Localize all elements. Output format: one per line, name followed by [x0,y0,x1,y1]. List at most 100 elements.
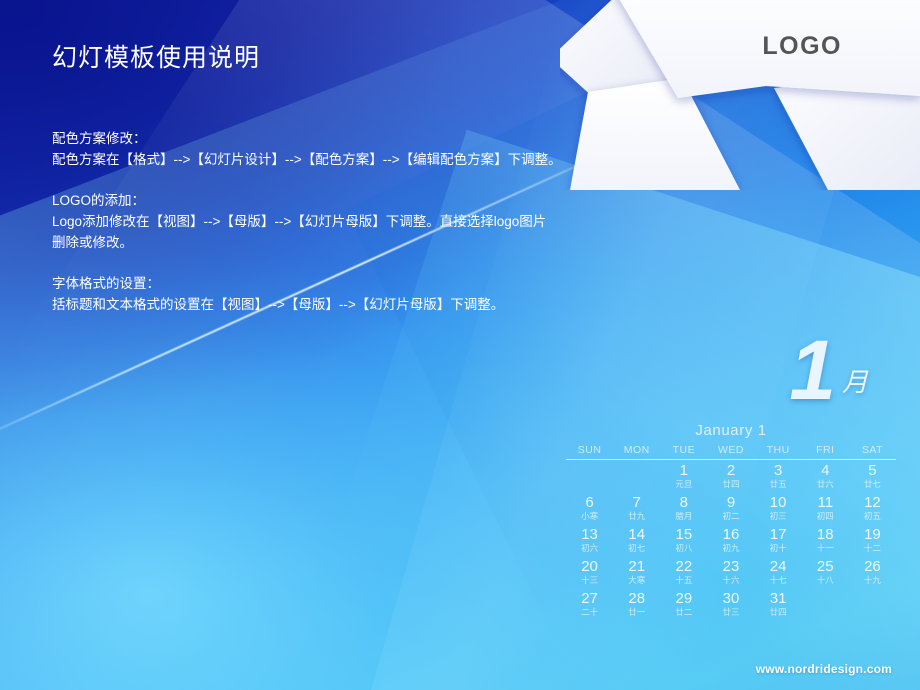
calendar-day-cell[interactable]: 20 十三 [566,556,613,588]
calendar-day-number: 13 [581,526,598,543]
weekday-fri: FRI [801,443,849,460]
calendar-day-lunar: 二十 [581,607,599,617]
calendar-day-cell[interactable]: 14 初七 [613,524,660,556]
weekday-sun: SUN [566,443,614,460]
calendar-day-lunar: 廿四 [769,607,787,617]
calendar-day-lunar: 廿三 [722,607,740,617]
calendar-day-cell[interactable]: 21 大寒 [613,556,660,588]
weekday-thu: THU [754,443,802,460]
paragraph-line: Logo添加修改在【视图】-->【母版】-->【幻灯片母版】下调整。直接选择lo… [52,214,547,229]
calendar-day-lunar: 十一 [816,543,834,553]
calendar-day-number: 10 [769,494,787,511]
calendar: January 1 SUN MON TUE WED THU FRI SAT 1元… [566,422,896,620]
calendar-day-cell[interactable]: 27 二十 [566,588,613,620]
calendar-day-number: 28 [628,590,646,607]
calendar-day-cell[interactable]: 8 腊月 [660,492,707,524]
calendar-day-cell[interactable]: 30 廿三 [707,588,754,620]
calendar-week-row: 13 初六 14 初七 15 初八 16 初九 17 初十 18 十一 19 十二 [566,524,896,556]
calendar-day-lunar: 初六 [581,543,599,553]
calendar-day-number: 14 [628,526,646,543]
calendar-day-number: 20 [581,558,598,575]
paragraph-logo: LOGO的添加： Logo添加修改在【视图】-->【母版】-->【幻灯片母版】下… [52,190,672,253]
calendar-day-number: 9 [726,494,736,511]
calendar-day-cell[interactable]: 23 十六 [707,556,754,588]
calendar-day-lunar: 十八 [816,575,834,585]
calendar-day-lunar: 十三 [581,575,599,585]
instruction-text-block: 配色方案修改： 配色方案在【格式】-->【幻灯片设计】-->【配色方案】-->【… [52,128,672,335]
paragraph-heading: 配色方案修改： [52,131,147,146]
calendar-day-number: 25 [816,558,834,575]
paragraph-line: 删除或修改。 [52,235,133,250]
calendar-day-cell[interactable]: 15 初八 [660,524,707,556]
paragraph-font-format: 字体格式的设置： 括标题和文本格式的设置在【视图】-->【母版】-->【幻灯片母… [52,273,672,315]
calendar-day-number: 17 [769,526,787,543]
calendar-day-number: 31 [769,590,787,607]
calendar-day-cell[interactable]: 28 廿一 [613,588,660,620]
calendar-day-cell[interactable]: 29 廿二 [660,588,707,620]
weekday-mon: MON [613,443,661,460]
calendar-day-number: 18 [816,526,834,543]
calendar-body: 1 元旦 2 廿四 3 廿五 4 廿六 5 廿七 6 小寒 7 廿九 8 腊月 9 初二 10 初三 11 初四 12 初五 1… [566,460,896,621]
calendar-day-cell[interactable]: 6 小寒 [566,492,613,524]
calendar-day-cell[interactable]: 31 廿四 [755,588,802,620]
calendar-day-number: 5 [868,462,877,479]
calendar-grid: SUN MON TUE WED THU FRI SAT 1 元旦 2 廿四 3 廿五 4 廿六… [566,443,896,620]
calendar-day-cell[interactable]: 19 十二 [849,524,896,556]
calendar-day-lunar: 初九 [722,543,740,553]
page-title: 幻灯模板使用说明 [52,44,261,72]
calendar-day-lunar: 十六 [722,575,740,585]
calendar-day-cell[interactable]: 16 初九 [707,524,754,556]
calendar-day-lunar: 十九 [863,575,881,585]
calendar-day-lunar: 廿七 [863,479,881,489]
calendar-day-cell[interactable]: 13 初六 [566,524,613,556]
calendar-day-cell[interactable]: 2 廿四 [707,460,754,493]
calendar-day-cell[interactable]: 5 廿七 [849,460,896,493]
calendar-week-row: 27 二十 28 廿一 29 廿二 30 廿三 31 廿四 [566,588,896,620]
calendar-day-number: 1 [679,462,689,479]
calendar-day-cell[interactable]: 12 初五 [849,492,896,524]
calendar-weekday-row: SUN MON TUE WED THU FRI SAT [566,443,896,460]
calendar-empty-cell [802,588,849,620]
month-marker: 1 月 [789,323,868,417]
calendar-day-cell[interactable]: 24 十七 [755,556,802,588]
calendar-day-number: 4 [821,462,830,479]
calendar-day-cell[interactable]: 7 廿九 [613,492,660,524]
paragraph-heading: 字体格式的设置： [52,276,160,291]
calendar-day-number: 24 [769,558,787,575]
calendar-day-cell[interactable]: 22 十五 [660,556,707,588]
calendar-day-number: 26 [864,558,881,575]
paragraph-line: 括标题和文本格式的设置在【视图】-->【母版】-->【幻灯片母版】下调整。 [52,297,505,312]
calendar-day-number: 29 [675,590,693,607]
footer-url: www.nordridesign.com [755,662,892,676]
calendar-day-cell[interactable]: 4 廿六 [802,460,849,493]
calendar-day-lunar: 小寒 [581,511,599,521]
calendar-day-cell[interactable]: 25 十八 [802,556,849,588]
calendar-day-cell[interactable]: 9 初二 [707,492,754,524]
paragraph-heading: LOGO的添加： [52,193,146,208]
calendar-day-number: 15 [675,526,693,543]
calendar-day-number: 27 [581,590,598,607]
calendar-week-row: 1 元旦 2 廿四 3 廿五 4 廿六 5 廿七 [566,460,896,493]
weekday-wed: WED [707,443,755,460]
month-suffix: 月 [841,366,868,397]
calendar-day-cell[interactable]: 11 初四 [802,492,849,524]
calendar-day-number: 21 [628,558,646,575]
calendar-empty-cell [613,460,660,493]
calendar-day-cell[interactable]: 18 十一 [802,524,849,556]
calendar-day-lunar: 初五 [863,511,881,521]
calendar-day-cell[interactable]: 3 廿五 [755,460,802,493]
calendar-day-cell[interactable]: 17 初十 [755,524,802,556]
logo-text: LOGO [762,32,842,60]
calendar-week-row: 6 小寒 7 廿九 8 腊月 9 初二 10 初三 11 初四 12 初五 [566,492,896,524]
calendar-day-lunar: 廿六 [816,479,834,489]
calendar-day-number: 12 [864,494,881,511]
calendar-day-number: 30 [722,590,740,607]
calendar-week-row: 20 十三 21 大寒 22 十五 23 十六 24 十七 25 十八 26 十九 [566,556,896,588]
paragraph-line: 配色方案在【格式】-->【幻灯片设计】-->【配色方案】-->【编辑配色方案】下… [52,152,562,167]
month-number: 1 [789,323,836,417]
calendar-day-cell[interactable]: 10 初三 [755,492,802,524]
calendar-day-cell[interactable]: 26 十九 [849,556,896,588]
calendar-empty-cell [566,460,613,493]
calendar-day-cell[interactable]: 1 元旦 [660,460,707,493]
calendar-day-number: 16 [722,526,740,543]
